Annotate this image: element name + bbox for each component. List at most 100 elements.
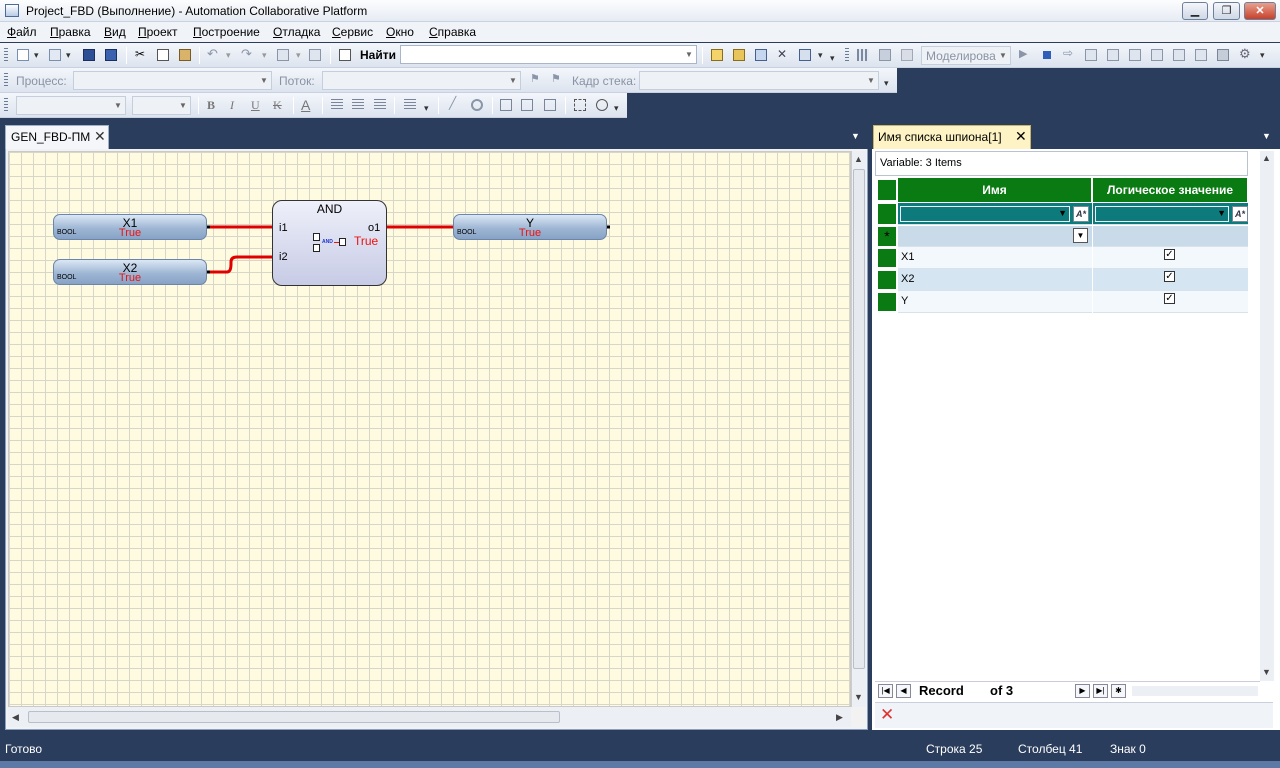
column-header-bool-value[interactable]: Логическое значение	[1093, 178, 1248, 202]
canvas-vertical-scrollbar[interactable]: ▲ ▼	[851, 151, 866, 707]
new-row-bool-cell[interactable]	[1093, 226, 1248, 247]
watch-button[interactable]	[1148, 46, 1166, 64]
paste-button[interactable]	[176, 46, 194, 64]
list-button[interactable]	[401, 96, 419, 114]
navigator-horizontal-scrollbar[interactable]	[1132, 686, 1258, 696]
table-row-name[interactable]: X1	[898, 247, 1092, 269]
chevron-down-icon[interactable]: ▼	[111, 97, 125, 114]
table-row-bool[interactable]: ✓	[1093, 291, 1248, 313]
menu-project[interactable]: Проект	[138, 25, 178, 39]
save-all-button[interactable]	[102, 46, 120, 64]
toolbar-grip[interactable]	[4, 98, 8, 113]
scroll-right-icon[interactable]: ▶	[836, 712, 843, 723]
stack-frame-combo[interactable]: ▼	[639, 71, 879, 90]
chevron-down-icon[interactable]: ▼	[257, 72, 271, 89]
chevron-down-icon[interactable]: ▾	[296, 50, 301, 61]
block-input-i2[interactable]: i2	[279, 251, 288, 263]
download-button[interactable]	[1214, 46, 1232, 64]
flag-all-button[interactable]: ⚑	[548, 71, 566, 89]
filter-cell-bool[interactable]: ▼ A*	[1093, 203, 1248, 225]
find-icon-button[interactable]	[336, 46, 354, 64]
new-record-icon[interactable]: ✱	[1111, 684, 1126, 698]
watch-vertical-scrollbar[interactable]: ▲ ▼	[1260, 151, 1274, 681]
filter-cell-name[interactable]: ▼ A*	[898, 203, 1092, 225]
font-size-combo[interactable]: ▼	[132, 96, 191, 115]
group-blocks-button[interactable]	[541, 96, 559, 114]
toolbar-grip[interactable]	[845, 48, 849, 63]
chevron-down-icon[interactable]: ▾	[34, 50, 39, 61]
close-button[interactable]: ✕	[1244, 2, 1276, 20]
scroll-left-icon[interactable]: ◀	[12, 712, 19, 723]
settings-button[interactable]: ⚙	[1236, 46, 1254, 64]
menu-file[interactable]: Файл	[7, 25, 37, 39]
new-item-button[interactable]	[14, 46, 32, 64]
strikethrough-button[interactable]: K	[273, 98, 282, 113]
font-name-combo[interactable]: ▼	[16, 96, 126, 115]
release-button[interactable]	[1192, 46, 1210, 64]
filter-bool-combo[interactable]: ▼	[1095, 206, 1229, 222]
row-selector[interactable]	[877, 270, 897, 290]
scroll-down-icon[interactable]: ▼	[1262, 667, 1271, 677]
tools-button[interactable]: ✕	[774, 46, 792, 64]
block-input-i1[interactable]: i1	[279, 222, 288, 234]
menu-window[interactable]: Окно	[386, 25, 414, 39]
navigate-back-button[interactable]	[274, 46, 292, 64]
navigate-forward-button[interactable]	[306, 46, 324, 64]
solution-explorer-button[interactable]	[752, 46, 770, 64]
variable-y[interactable]: Y BOOL True	[453, 214, 607, 240]
delete-icon[interactable]: ✕	[880, 705, 894, 725]
value-checkbox[interactable]: ✓	[1164, 249, 1175, 260]
prev-record-icon[interactable]: ◀	[896, 684, 911, 698]
start-button[interactable]: ▶	[1016, 46, 1034, 64]
menu-help[interactable]: Справка	[429, 25, 476, 39]
new-row-name-cell[interactable]: ▼	[898, 226, 1092, 247]
force-button[interactable]	[1170, 46, 1188, 64]
chevron-down-icon[interactable]: ▼	[506, 72, 520, 89]
first-record-icon[interactable]: |◀	[878, 684, 893, 698]
chevron-down-icon[interactable]: ▼	[864, 72, 878, 89]
toolbar-overflow-icon[interactable]: ▾	[1260, 50, 1265, 61]
restore-button[interactable]: ❐	[1213, 2, 1240, 20]
menu-view[interactable]: Вид	[104, 25, 126, 39]
filter-name-combo[interactable]: ▼	[900, 206, 1070, 222]
step-into-button[interactable]: ⇨	[1060, 46, 1078, 64]
last-record-icon[interactable]: ▶|	[1093, 684, 1108, 698]
align-left-button[interactable]	[328, 96, 346, 114]
tab-list-dropdown-icon[interactable]: ▼	[851, 131, 860, 141]
zoom-button[interactable]	[468, 96, 486, 114]
row-selector[interactable]	[877, 292, 897, 312]
align-blocks-button[interactable]	[497, 96, 515, 114]
menu-debug[interactable]: Отладка	[273, 25, 320, 39]
toolbar-grip[interactable]	[4, 48, 8, 63]
next-record-icon[interactable]: ▶	[1075, 684, 1090, 698]
debug-windows-button[interactable]	[854, 46, 872, 64]
chevron-down-icon[interactable]: ▾	[818, 50, 823, 61]
scrollbar-thumb[interactable]	[853, 169, 865, 669]
new-row-marker[interactable]: *	[877, 226, 897, 247]
draw-line-button[interactable]: ╱	[446, 96, 464, 114]
select-button[interactable]	[571, 96, 589, 114]
step-out-button[interactable]	[1104, 46, 1122, 64]
toolbar-overflow-icon[interactable]: ▾	[614, 103, 619, 114]
tab-watch-list[interactable]: Имя списка шпиона[1] ✕	[873, 125, 1031, 149]
value-checkbox[interactable]: ✓	[1164, 271, 1175, 282]
add-item-button[interactable]	[46, 46, 64, 64]
chevron-down-icon[interactable]: ▼	[176, 97, 190, 114]
chevron-down-icon[interactable]: ▼	[1217, 208, 1226, 218]
chevron-down-icon[interactable]: ▾	[424, 103, 429, 114]
scroll-up-icon[interactable]: ▲	[1262, 153, 1271, 163]
chevron-down-icon[interactable]: ▼	[1073, 228, 1088, 243]
menu-build[interactable]: Построение	[193, 25, 260, 39]
simulation-mode-combo[interactable]: Моделирова ▼	[921, 46, 1011, 65]
underline-button[interactable]: U	[251, 98, 260, 113]
process-combo[interactable]: ▼	[73, 71, 272, 90]
save-button[interactable]	[80, 46, 98, 64]
wire-x2-i2[interactable]	[206, 255, 273, 274]
offline-button[interactable]	[898, 46, 916, 64]
table-row-name[interactable]: Y	[898, 291, 1092, 313]
cut-button[interactable]: ✂	[132, 46, 150, 64]
toolbar-grip[interactable]	[4, 73, 8, 88]
align-right-button[interactable]	[371, 96, 389, 114]
tab-list-dropdown-icon[interactable]: ▼	[1262, 131, 1271, 141]
find-combo[interactable]: ▼	[400, 45, 697, 64]
